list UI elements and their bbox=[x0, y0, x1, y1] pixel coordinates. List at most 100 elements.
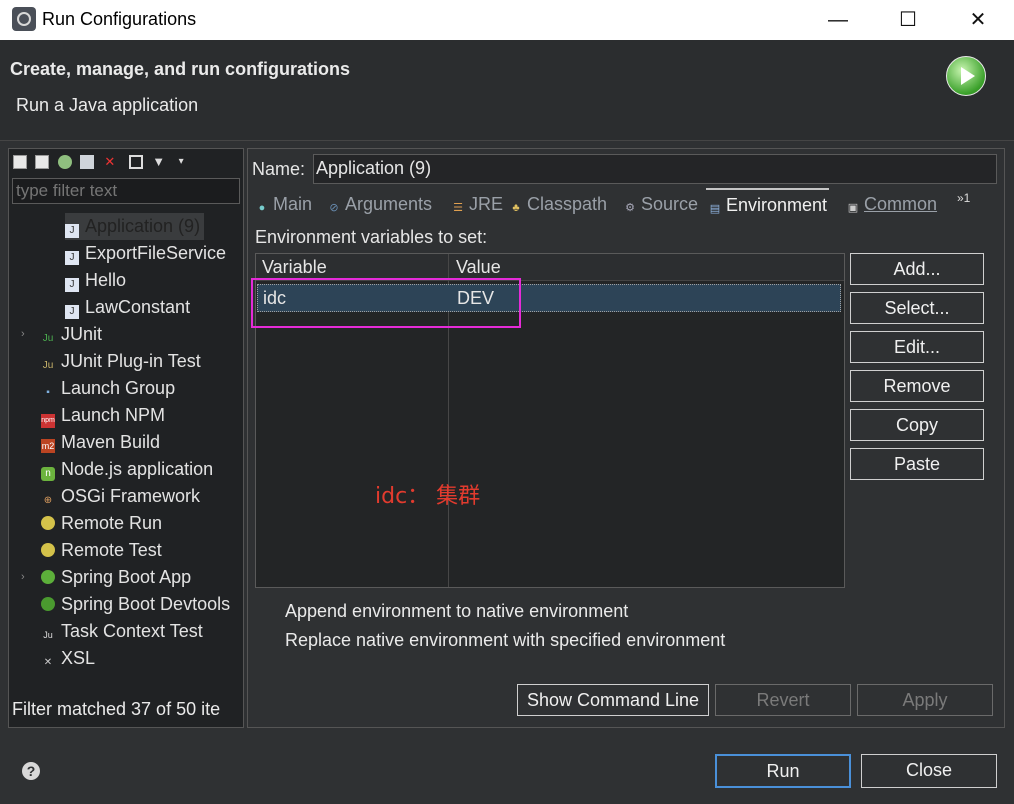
tab-jre[interactable]: ☰ JRE bbox=[451, 189, 503, 217]
highlight-box bbox=[251, 278, 521, 328]
tab-label: Arguments bbox=[345, 194, 433, 214]
java-app-icon: J bbox=[65, 278, 79, 292]
duplicate-icon[interactable] bbox=[35, 154, 50, 169]
tree-item-label: Node.js application bbox=[61, 459, 214, 479]
tab-label: JRE bbox=[469, 194, 504, 214]
show-command-line-button[interactable]: Show Command Line bbox=[517, 684, 709, 716]
filter-icon[interactable]: ▼ bbox=[152, 154, 166, 169]
close-window-button[interactable]: ✕ bbox=[958, 6, 998, 34]
delete-icon[interactable]: ✕ bbox=[103, 154, 117, 169]
name-field[interactable]: Application (9) bbox=[313, 154, 997, 184]
replace-env-radio[interactable]: Replace native environment with specifie… bbox=[285, 630, 725, 651]
view-menu-icon[interactable]: ▾ bbox=[174, 155, 188, 169]
append-env-radio[interactable]: Append environment to native environment bbox=[285, 601, 628, 622]
maximize-button[interactable]: ☐ bbox=[888, 6, 928, 34]
tree-item-junit[interactable]: › Ju JUnit bbox=[21, 321, 103, 348]
tree-item-remote-test[interactable]: Remote Test bbox=[41, 537, 162, 564]
tree-item-label: JUnit Plug-in Test bbox=[61, 351, 201, 371]
tree-item-label: Application (9) bbox=[85, 216, 201, 236]
tree-item-label: LawConstant bbox=[85, 297, 191, 317]
new-config-icon[interactable] bbox=[13, 154, 27, 169]
tree-item-label: Launch Group bbox=[61, 378, 176, 398]
tab-environment[interactable]: ▤ Environment bbox=[706, 188, 830, 218]
tree-item-hello[interactable]: J Hello bbox=[65, 267, 126, 294]
tree-item-label: Maven Build bbox=[61, 432, 161, 452]
tree-item-launch-group[interactable]: ▪ Launch Group bbox=[41, 375, 175, 402]
config-editor-panel: Name: Application (9) ● Main ⊘ Arguments ☰… bbox=[247, 148, 1005, 728]
help-icon[interactable]: ? bbox=[22, 762, 40, 780]
remove-button[interactable]: Remove bbox=[850, 370, 984, 402]
copy-button[interactable]: Copy bbox=[850, 409, 984, 441]
common-tab-icon: ▣ bbox=[847, 202, 859, 214]
tree-item-remote-run[interactable]: Remote Run bbox=[41, 510, 162, 537]
tree-item-junit-plugin-test[interactable]: Ju JUnit Plug-in Test bbox=[41, 348, 201, 375]
tree-item-osgi-framework[interactable]: ⊕ OSGi Framework bbox=[41, 483, 200, 510]
tab-main[interactable]: ● Main bbox=[255, 189, 312, 217]
export-icon[interactable] bbox=[80, 154, 95, 169]
tree-item-maven-build[interactable]: m2 Maven Build bbox=[41, 429, 160, 456]
tree-item-label: Launch NPM bbox=[61, 405, 166, 425]
classpath-tab-icon: ♣ bbox=[512, 202, 520, 214]
window-title: Run Configurations bbox=[42, 9, 197, 29]
paste-button[interactable]: Paste bbox=[850, 448, 984, 480]
select-button[interactable]: Select... bbox=[850, 292, 984, 324]
run-button[interactable]: Run bbox=[715, 754, 851, 788]
main-tab-icon: ● bbox=[258, 202, 266, 214]
column-header-variable[interactable]: Variable bbox=[262, 257, 327, 278]
java-app-icon: J bbox=[65, 224, 79, 238]
run-banner-icon bbox=[937, 54, 991, 102]
tab-common[interactable]: ▣ Common bbox=[846, 189, 937, 217]
tree-item-launch-npm[interactable]: npm Launch NPM bbox=[41, 402, 165, 429]
filter-input[interactable] bbox=[12, 178, 240, 204]
tree-item-xsl[interactable]: ✕ XSL bbox=[41, 645, 95, 672]
tree-item-label: Remote Run bbox=[61, 513, 163, 533]
tree-item-label: Hello bbox=[85, 270, 127, 290]
tab-label: Classpath bbox=[527, 194, 608, 214]
banner-heading: Create, manage, and run configurations bbox=[10, 59, 351, 79]
maven-icon: m2 bbox=[41, 439, 55, 453]
expand-arrow-icon[interactable]: › bbox=[21, 321, 25, 348]
launch-group-icon: ▪ bbox=[46, 387, 50, 398]
tree-item-application[interactable]: J Application (9) bbox=[65, 213, 205, 240]
table-header: Variable Value bbox=[256, 254, 844, 281]
tree-toolbar: ✕ ▼ ▾ bbox=[13, 153, 192, 175]
tab-overflow-button[interactable]: »1 bbox=[957, 191, 970, 205]
tree-item-spring-boot-app[interactable]: › Spring Boot App bbox=[21, 564, 192, 591]
tab-classpath[interactable]: ♣ Classpath bbox=[509, 189, 607, 217]
tree-item-label: ExportFileService bbox=[85, 243, 227, 263]
eclipse-app-icon bbox=[12, 7, 36, 31]
expand-arrow-icon[interactable]: › bbox=[21, 564, 25, 591]
minimize-button[interactable]: — bbox=[818, 6, 858, 34]
remote-icon bbox=[41, 516, 55, 530]
jre-tab-icon: ☰ bbox=[453, 202, 463, 214]
task-context-icon: Ju bbox=[43, 630, 53, 640]
tab-source[interactable]: ⚙ Source bbox=[623, 189, 698, 217]
java-app-icon: J bbox=[65, 305, 79, 319]
tree-item-lawconstant[interactable]: J LawConstant bbox=[65, 294, 190, 321]
new-prototype-icon[interactable] bbox=[57, 154, 72, 169]
add-button[interactable]: Add... bbox=[850, 253, 984, 285]
name-label: Name: bbox=[252, 159, 306, 179]
collapse-all-icon[interactable] bbox=[129, 154, 144, 169]
nodejs-icon: n bbox=[41, 467, 55, 481]
tree-item-label: Spring Boot App bbox=[61, 567, 192, 587]
tree-item-task-context-test[interactable]: Ju Task Context Test bbox=[41, 618, 203, 645]
revert-button[interactable]: Revert bbox=[715, 684, 851, 716]
column-header-value[interactable]: Value bbox=[456, 257, 501, 278]
remote-icon bbox=[41, 543, 55, 557]
tab-label: Common bbox=[864, 194, 938, 214]
tab-label: Source bbox=[641, 194, 699, 214]
tree-item-label: OSGi Framework bbox=[61, 486, 201, 506]
source-tab-icon: ⚙ bbox=[625, 202, 635, 214]
tree-item-exportfileservice[interactable]: J ExportFileService bbox=[65, 240, 226, 267]
close-button[interactable]: Close bbox=[861, 754, 997, 788]
tab-arguments[interactable]: ⊘ Arguments bbox=[327, 189, 432, 217]
apply-button[interactable]: Apply bbox=[857, 684, 993, 716]
tree-item-nodejs-application[interactable]: n Node.js application bbox=[41, 456, 213, 483]
xsl-icon: ✕ bbox=[43, 657, 53, 668]
tree-item-spring-boot-devtools[interactable]: Spring Boot Devtools bbox=[41, 591, 230, 618]
edit-button[interactable]: Edit... bbox=[850, 331, 984, 363]
tree-item-label: Spring Boot Devtools bbox=[61, 594, 231, 614]
tree-item-label: JUnit bbox=[61, 324, 103, 344]
dialog-banner: Create, manage, and run configurations R… bbox=[0, 40, 1014, 141]
